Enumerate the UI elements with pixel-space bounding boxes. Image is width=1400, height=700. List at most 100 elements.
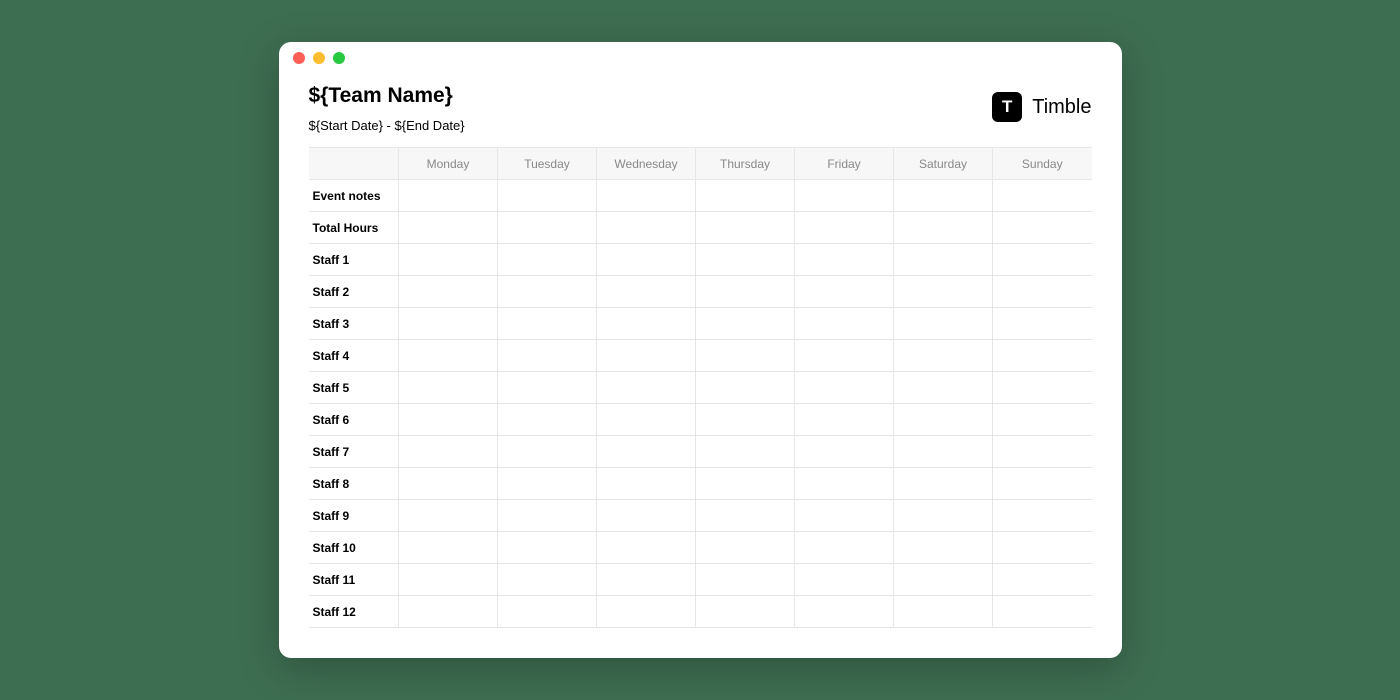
table-row: Staff 3: [309, 308, 1092, 340]
cell: [795, 212, 894, 244]
cell: [993, 244, 1092, 276]
cell: [399, 596, 498, 628]
minimize-icon[interactable]: [313, 52, 325, 64]
cell: [795, 564, 894, 596]
cell: [993, 564, 1092, 596]
cell: [696, 180, 795, 212]
cell: [696, 372, 795, 404]
row-label: Staff 2: [309, 276, 399, 308]
cell: [399, 180, 498, 212]
row-label: Staff 6: [309, 404, 399, 436]
cell: [399, 244, 498, 276]
cell: [696, 532, 795, 564]
row-label: Staff 9: [309, 500, 399, 532]
cell: [498, 244, 597, 276]
cell: [597, 436, 696, 468]
cell: [894, 500, 993, 532]
cell: [993, 436, 1092, 468]
row-label: Staff 10: [309, 532, 399, 564]
cell: [597, 404, 696, 436]
cell: [795, 244, 894, 276]
cell: [993, 372, 1092, 404]
cell: [597, 340, 696, 372]
cell: [894, 244, 993, 276]
cell: [399, 532, 498, 564]
cell: [696, 404, 795, 436]
cell: [498, 276, 597, 308]
cell: [795, 180, 894, 212]
cell: [696, 468, 795, 500]
cell: [993, 180, 1092, 212]
document-content: ${Team Name} ${Start Date} - ${End Date}…: [279, 74, 1122, 658]
cell: [894, 532, 993, 564]
row-label: Total Hours: [309, 212, 399, 244]
cell: [597, 468, 696, 500]
cell: [993, 532, 1092, 564]
cell: [894, 372, 993, 404]
cell: [993, 276, 1092, 308]
cell: [894, 276, 993, 308]
cell: [795, 308, 894, 340]
header-wednesday: Wednesday: [597, 148, 696, 180]
brand-logo-letter: T: [1002, 97, 1012, 117]
app-window: ${Team Name} ${Start Date} - ${End Date}…: [279, 42, 1122, 658]
cell: [696, 212, 795, 244]
header-tuesday: Tuesday: [498, 148, 597, 180]
cell: [399, 468, 498, 500]
row-label: Staff 4: [309, 340, 399, 372]
cell: [696, 340, 795, 372]
cell: [597, 308, 696, 340]
row-label: Event notes: [309, 180, 399, 212]
cell: [894, 180, 993, 212]
cell: [498, 212, 597, 244]
team-name-title: ${Team Name}: [309, 84, 465, 108]
date-range-text: ${Start Date} - ${End Date}: [309, 118, 465, 133]
cell: [399, 308, 498, 340]
cell: [993, 468, 1092, 500]
cell: [498, 372, 597, 404]
table-row: Staff 11: [309, 564, 1092, 596]
cell: [399, 276, 498, 308]
table-row: Total Hours: [309, 212, 1092, 244]
table-row: Staff 7: [309, 436, 1092, 468]
brand-logo-icon: T: [992, 92, 1022, 122]
cell: [498, 180, 597, 212]
cell: [597, 372, 696, 404]
table-row: Staff 4: [309, 340, 1092, 372]
header-empty: [309, 148, 399, 180]
cell: [894, 404, 993, 436]
cell: [498, 500, 597, 532]
row-label: Staff 7: [309, 436, 399, 468]
brand-name: Timble: [1032, 96, 1091, 119]
header-monday: Monday: [399, 148, 498, 180]
cell: [894, 212, 993, 244]
table-row: Staff 6: [309, 404, 1092, 436]
cell: [894, 340, 993, 372]
cell: [795, 500, 894, 532]
row-label: Staff 5: [309, 372, 399, 404]
document-header: ${Team Name} ${Start Date} - ${End Date}…: [309, 84, 1092, 133]
cell: [597, 500, 696, 532]
cell: [993, 500, 1092, 532]
table-header-row: Monday Tuesday Wednesday Thursday Friday…: [309, 148, 1092, 180]
cell: [795, 372, 894, 404]
table-body: Event notes Total Hours Staff 1 Staff 2 …: [309, 180, 1092, 628]
table-row: Staff 8: [309, 468, 1092, 500]
brand: T Timble: [992, 92, 1091, 122]
header-left: ${Team Name} ${Start Date} - ${End Date}: [309, 84, 465, 133]
cell: [894, 468, 993, 500]
cell: [894, 564, 993, 596]
window-title-bar: [279, 42, 1122, 74]
cell: [894, 308, 993, 340]
cell: [795, 436, 894, 468]
row-label: Staff 3: [309, 308, 399, 340]
maximize-icon[interactable]: [333, 52, 345, 64]
cell: [993, 596, 1092, 628]
table-row: Staff 5: [309, 372, 1092, 404]
cell: [696, 596, 795, 628]
close-icon[interactable]: [293, 52, 305, 64]
table-row: Staff 9: [309, 500, 1092, 532]
header-sunday: Sunday: [993, 148, 1092, 180]
cell: [696, 564, 795, 596]
cell: [696, 244, 795, 276]
